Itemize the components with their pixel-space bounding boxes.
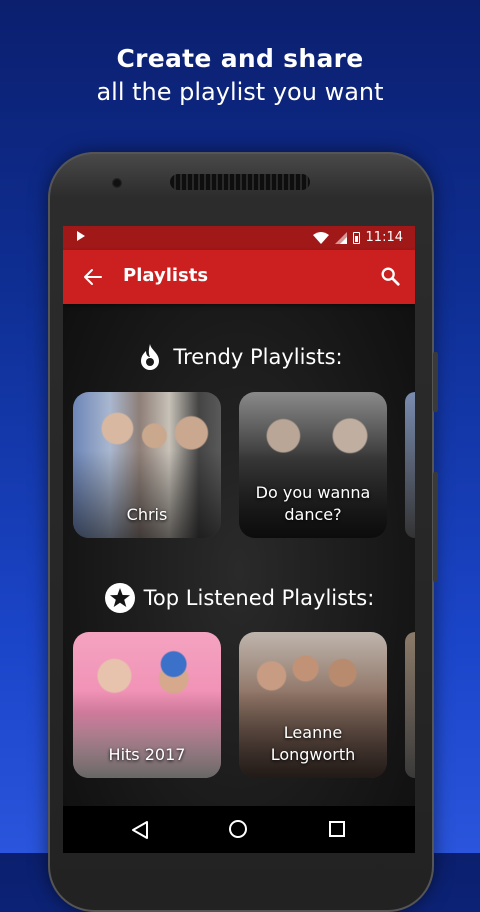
speaker-grille	[170, 174, 310, 190]
page-title: Playlists	[123, 265, 209, 286]
playlist-card-label: Hits 2017	[108, 745, 186, 764]
section-header-trendy: Trendy Playlists:	[63, 342, 415, 372]
playlist-card[interactable]: Chris	[73, 392, 221, 538]
promo-title: Create and share	[116, 44, 364, 73]
section-title: Trendy Playlists:	[173, 345, 343, 369]
section-title: Top Listened Playlists:	[143, 586, 375, 610]
app-screen: 11:14 Playlists Trendy Playlists: Chris …	[63, 226, 415, 853]
search-icon[interactable]	[379, 265, 401, 287]
flame-icon	[141, 344, 160, 370]
volume-button	[433, 352, 438, 412]
playlist-card[interactable]: Do you wanna dance?	[239, 392, 387, 538]
playlist-card-label: Do you wanna dance?	[255, 483, 371, 524]
section-header-top-listened: Top Listened Playlists:	[63, 582, 415, 614]
battery-icon	[352, 231, 360, 244]
playlist-card-partial[interactable]	[405, 392, 415, 538]
status-bar: 11:14	[63, 226, 415, 250]
promo-subtitle: all the playlist you want	[96, 78, 384, 106]
system-nav-bar	[63, 806, 415, 853]
playlist-card-label: Chris	[126, 505, 168, 524]
nav-recent-apps-icon[interactable]	[329, 821, 345, 837]
playlist-card-partial[interactable]	[405, 632, 415, 778]
wifi-icon	[312, 231, 329, 244]
playlist-card[interactable]: Hits 2017	[73, 632, 221, 778]
nav-home-icon[interactable]	[229, 820, 247, 838]
status-time: 11:14	[365, 230, 403, 245]
app-bar: Playlists	[63, 250, 415, 304]
playlist-card-label: Leanne Longworth	[270, 723, 356, 764]
star-icon	[104, 583, 135, 613]
camera-icon	[112, 178, 122, 188]
nav-back-icon[interactable]	[131, 820, 149, 840]
back-arrow-icon[interactable]	[81, 265, 105, 289]
playlist-card[interactable]: Leanne Longworth	[239, 632, 387, 778]
power-button	[433, 472, 438, 582]
play-notification-icon	[77, 231, 85, 241]
signal-icon	[334, 231, 347, 244]
